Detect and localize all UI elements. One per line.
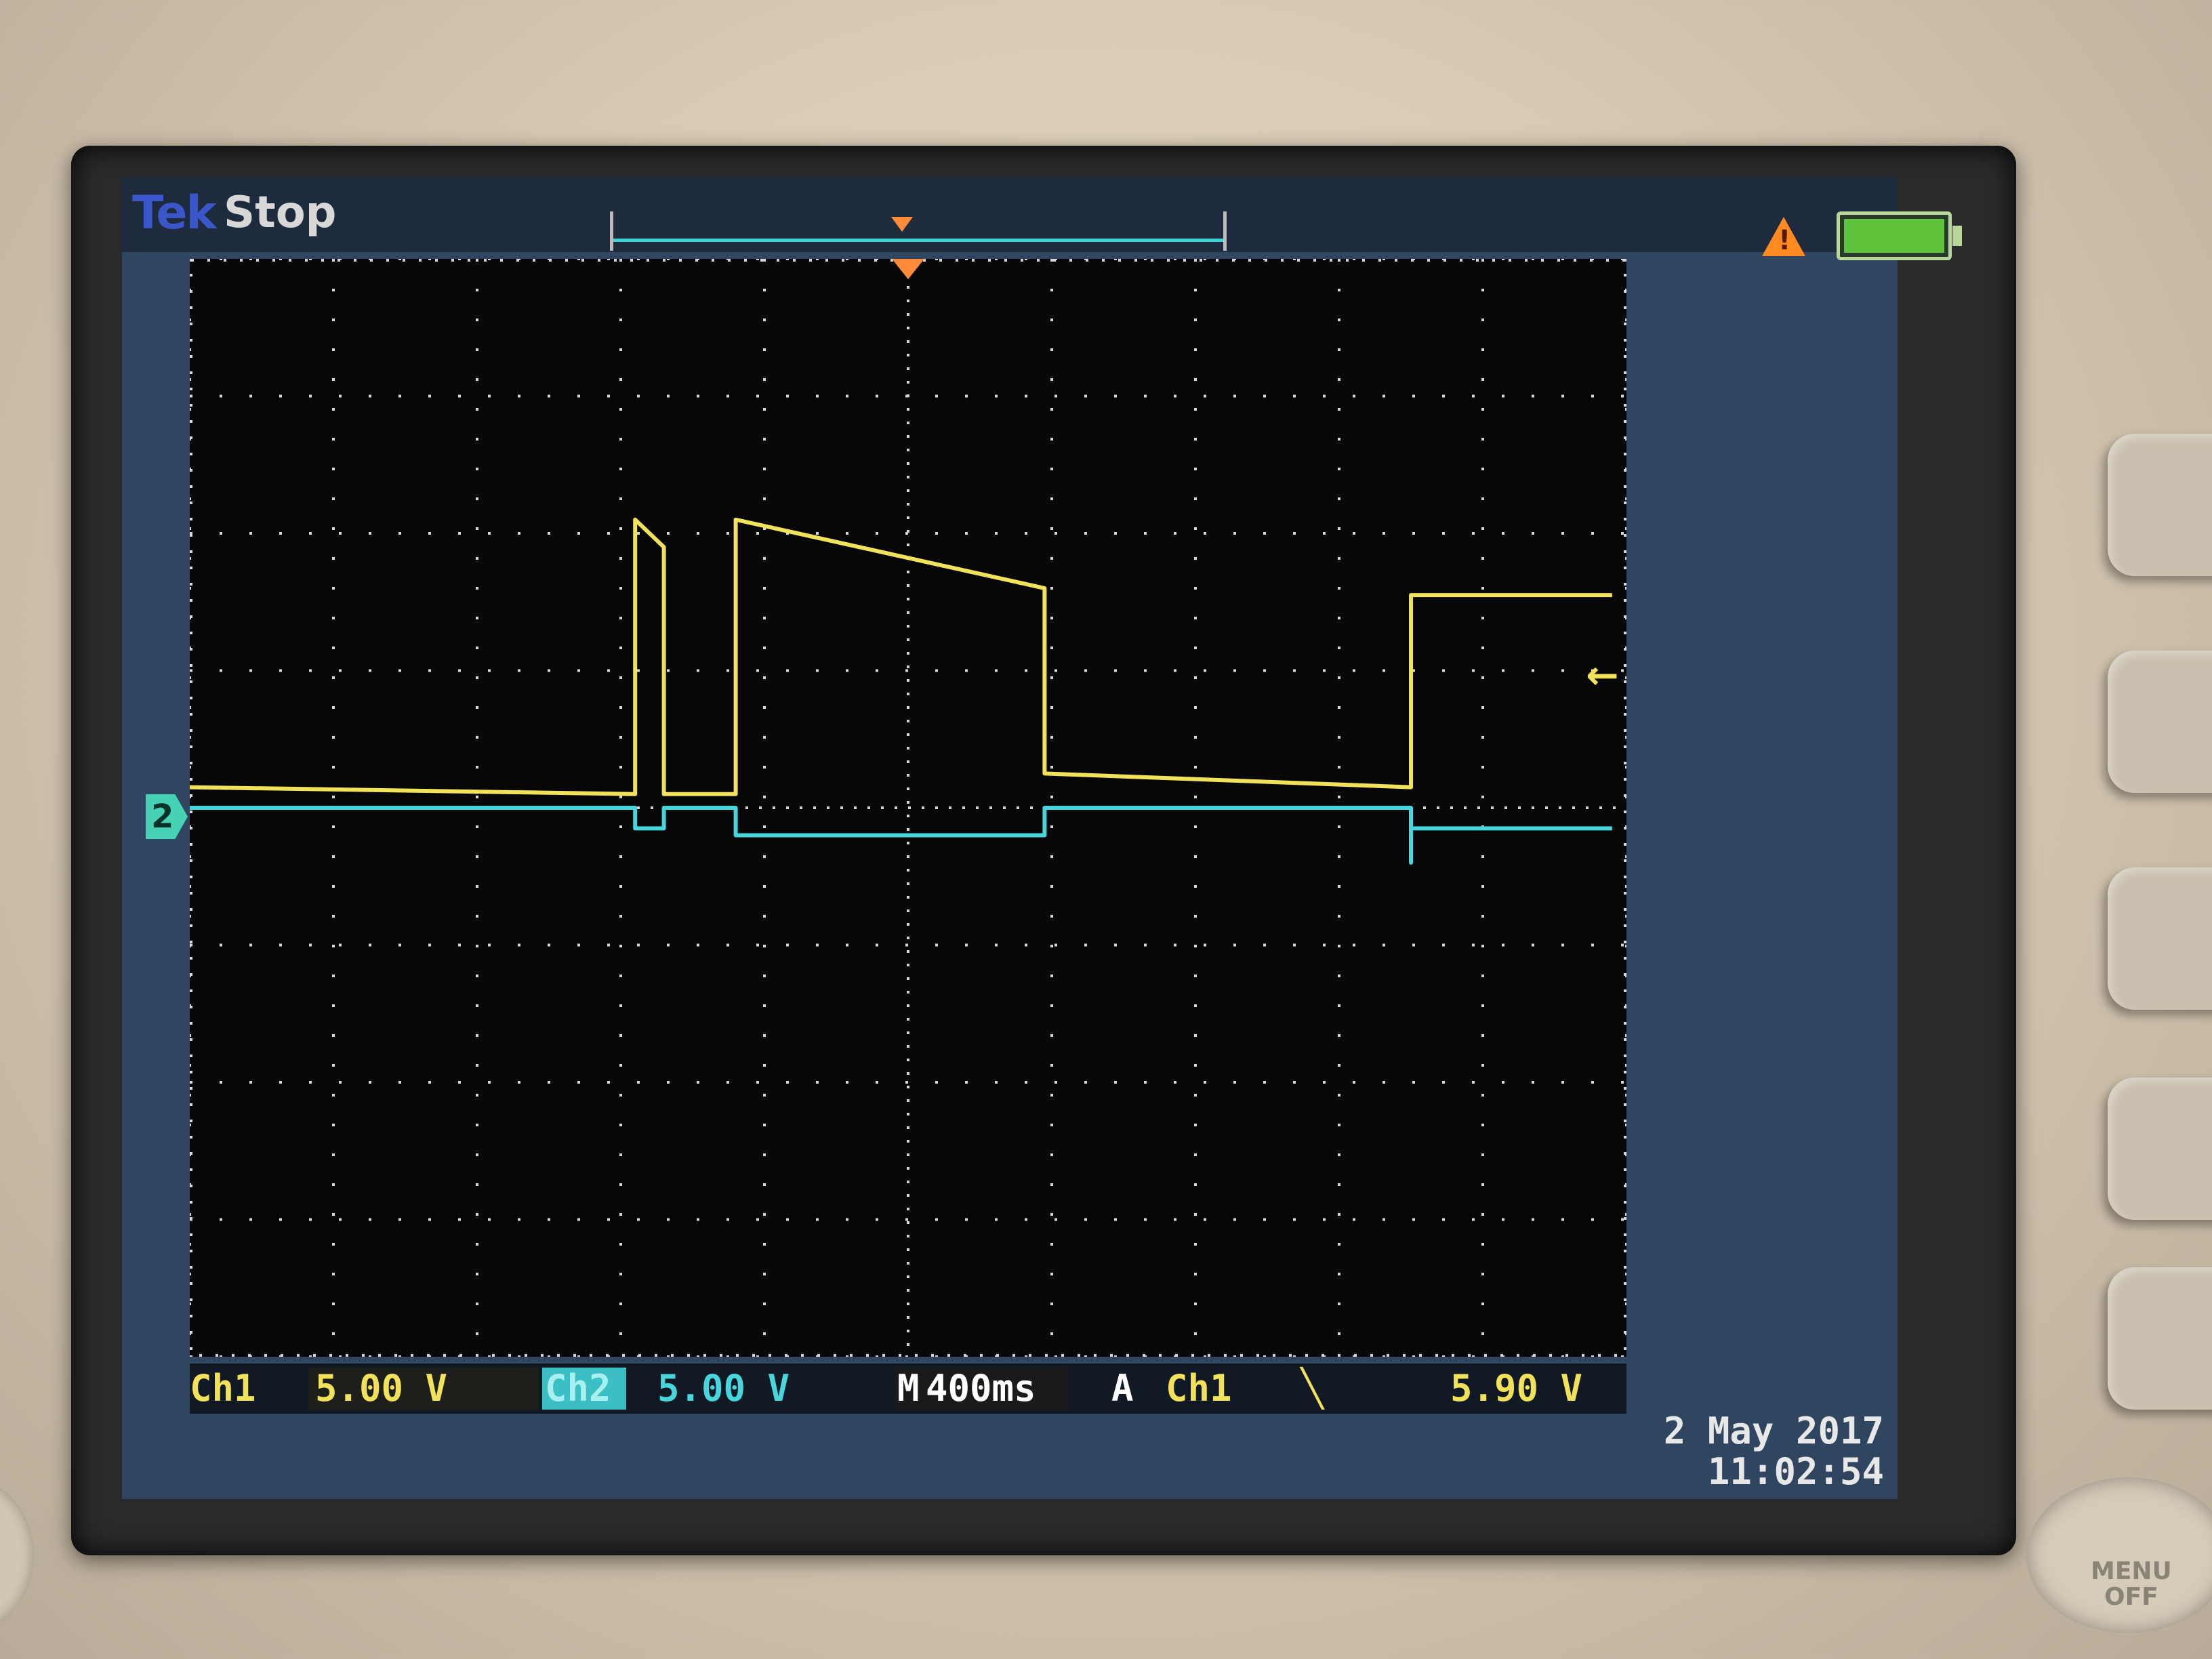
status-bar: Tek Stop !	[122, 178, 1962, 260]
side-menu-button-4[interactable]	[2108, 1078, 2212, 1220]
menu-off-label: MENU OFF	[2091, 1557, 2172, 1611]
readout-bar: Ch1 5.00 V Ch2 5.00 V M 400ms A Ch1 ╲ 5.…	[190, 1364, 1626, 1414]
date-text: 2 May 2017	[1663, 1410, 1884, 1452]
trigger-level: 5.90 V	[1450, 1367, 1583, 1410]
record-position-bar	[610, 211, 1227, 252]
oscilloscope-screen: Tek Stop ! 2 ← Ch1 5.00 V Ch2 5.00 V M 4…	[122, 178, 1962, 1499]
timebase-label: M	[895, 1368, 922, 1410]
trigger-level-arrow-icon: ←	[1586, 652, 1619, 698]
timebase-value: 400ms	[922, 1368, 1068, 1410]
timestamp: 2 May 2017 11:02:54	[1579, 1411, 1884, 1492]
record-bracket-right	[1223, 211, 1227, 251]
acquisition-status: Stop	[224, 188, 337, 238]
ch1-scale: 5.00 V	[308, 1368, 539, 1410]
side-menu-button-5[interactable]	[2108, 1267, 2212, 1410]
trigger-source: Ch1	[1166, 1367, 1232, 1410]
trigger-slope-icon: ╲	[1301, 1367, 1324, 1410]
trigger-position-marker-icon	[891, 217, 913, 232]
brand-logo: Tek	[132, 186, 217, 240]
waveform-plot	[190, 259, 1626, 1357]
front-panel-knob[interactable]	[0, 1477, 34, 1633]
trigger-label: A	[1111, 1367, 1134, 1410]
time-text: 11:02:54	[1707, 1450, 1884, 1493]
side-menu-button-2[interactable]	[2108, 651, 2212, 793]
ch2-scale: 5.00 V	[657, 1367, 790, 1410]
ch1-label[interactable]: Ch1	[190, 1368, 256, 1410]
menu-off-button[interactable]: MENU OFF	[2026, 1477, 2212, 1633]
channel-2-marker-label: 2	[151, 798, 174, 836]
side-menu-button-3[interactable]	[2108, 867, 2212, 1010]
ch2-waveform	[190, 806, 1612, 865]
warning-triangle-icon: !	[1762, 217, 1805, 256]
waveform-graticule: 2 ←	[146, 259, 1626, 1357]
record-window-line	[613, 239, 1223, 242]
trigger-point-marker-icon	[892, 259, 924, 279]
side-menu-button-1[interactable]	[2108, 434, 2212, 576]
ch1-waveform	[190, 517, 1612, 796]
ch2-label[interactable]: Ch2	[542, 1368, 626, 1410]
channel-2-ground-marker-icon: 2	[146, 794, 188, 839]
record-bracket-left	[610, 211, 613, 251]
battery-full-icon	[1837, 211, 1962, 260]
